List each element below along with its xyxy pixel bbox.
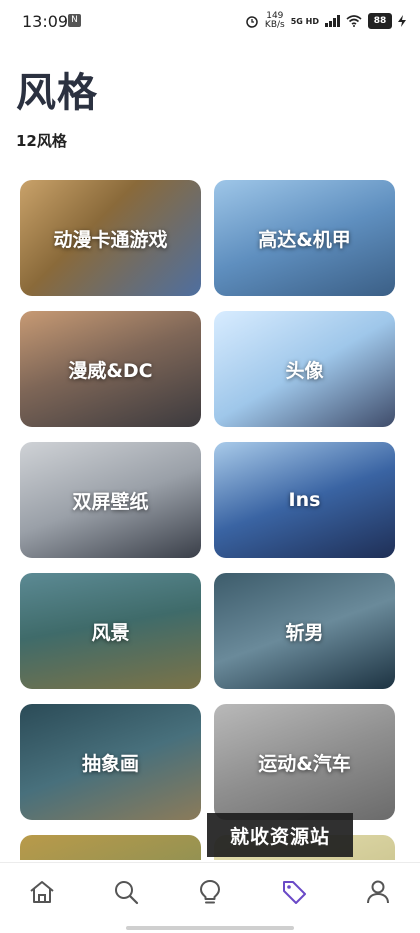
style-card-ins[interactable]: Ins bbox=[214, 442, 395, 558]
style-count: 12风格 bbox=[16, 132, 67, 150]
bottom-tab-bar bbox=[0, 862, 420, 921]
home-icon bbox=[30, 881, 54, 903]
signal-icon bbox=[325, 15, 340, 27]
style-card-label: 头像 bbox=[285, 359, 324, 382]
style-card-sports-cars[interactable]: 运动&汽车 bbox=[214, 704, 395, 820]
style-card-label: 双屏壁纸 bbox=[72, 490, 149, 513]
lightbulb-icon bbox=[200, 880, 220, 904]
search-icon bbox=[115, 881, 139, 905]
style-card-label: 动漫卡通游戏 bbox=[53, 228, 168, 251]
home-indicator[interactable] bbox=[126, 926, 294, 930]
style-grid: 动漫卡通游戏 高达&机甲 漫威&DC 头像 双屏壁纸 Ins 风景 斩男 抽象画… bbox=[20, 180, 395, 860]
style-card-gundam[interactable]: 高达&机甲 bbox=[214, 180, 395, 296]
status-bar: 13:09 N 149 KB/s 5G HD 88 bbox=[0, 0, 420, 44]
style-card-label: 高达&机甲 bbox=[258, 228, 351, 251]
tab-profile[interactable] bbox=[361, 875, 395, 909]
style-card-label: 抽象画 bbox=[81, 752, 139, 775]
net-speed: 149 KB/s bbox=[265, 12, 285, 30]
style-card-dual-wallpaper[interactable]: 双屏壁纸 bbox=[20, 442, 201, 558]
wifi-icon bbox=[346, 15, 362, 27]
charging-icon bbox=[398, 15, 406, 27]
style-card-zhannan[interactable]: 斩男 bbox=[214, 573, 395, 689]
net-speed-unit: KB/s bbox=[264, 20, 285, 30]
tab-ideas[interactable] bbox=[193, 875, 227, 909]
style-card-avatar[interactable]: 头像 bbox=[214, 311, 395, 427]
style-card-label: Ins bbox=[288, 489, 321, 511]
style-card-anime[interactable]: 动漫卡通游戏 bbox=[20, 180, 201, 296]
tab-home[interactable] bbox=[25, 875, 59, 909]
style-card-partial[interactable] bbox=[20, 835, 201, 860]
page-title: 风格 bbox=[16, 70, 98, 116]
network-type: 5G HD bbox=[290, 16, 319, 26]
style-card-marvel-dc[interactable]: 漫威&DC bbox=[20, 311, 201, 427]
tab-styles[interactable] bbox=[277, 875, 311, 909]
tab-search[interactable] bbox=[109, 875, 143, 909]
notification-badge-icon: N bbox=[68, 14, 81, 27]
style-card-label: 运动&汽车 bbox=[258, 752, 351, 775]
profile-icon bbox=[367, 880, 389, 904]
alarm-icon bbox=[246, 16, 258, 28]
style-card-landscape[interactable]: 风景 bbox=[20, 573, 201, 689]
style-card-abstract[interactable]: 抽象画 bbox=[20, 704, 201, 820]
tag-icon bbox=[283, 881, 306, 904]
battery-indicator: 88 bbox=[368, 13, 392, 29]
style-card-label: 漫威&DC bbox=[68, 359, 153, 382]
status-time: 13:09 bbox=[22, 12, 69, 31]
style-card-label: 风景 bbox=[91, 621, 130, 644]
status-right: 149 KB/s 5G HD 88 bbox=[245, 12, 406, 30]
style-card-label: 斩男 bbox=[285, 621, 324, 644]
watermark-overlay: 就收资源站 bbox=[207, 813, 353, 857]
